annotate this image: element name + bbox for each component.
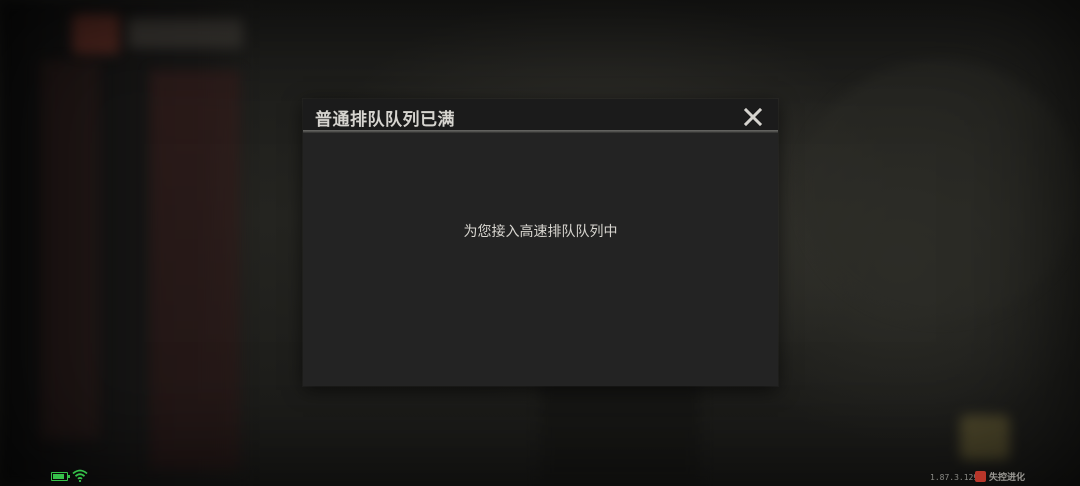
background-logo-text bbox=[128, 18, 243, 48]
background-pillar bbox=[150, 70, 240, 470]
battery-level bbox=[53, 474, 65, 479]
dialog-body: 为您接入高速排队队列中 bbox=[303, 133, 778, 386]
background-logo bbox=[72, 14, 120, 54]
battery-icon bbox=[51, 472, 70, 481]
background-trees bbox=[800, 60, 1080, 320]
dialog-message: 为您接入高速排队队列中 bbox=[463, 224, 618, 240]
close-button[interactable] bbox=[742, 106, 764, 128]
background-pillar bbox=[40, 60, 100, 440]
brand-logo-icon bbox=[975, 471, 986, 482]
dialog-title: 普通排队队列已满 bbox=[315, 110, 455, 130]
background-button-glow bbox=[960, 415, 1010, 460]
queue-dialog: 普通排队队列已满 为您接入高速排队队列中 bbox=[303, 99, 778, 386]
wifi-icon bbox=[72, 469, 88, 482]
brand-name: 失控进化 bbox=[989, 473, 1026, 483]
dialog-header: 普通排队队列已满 bbox=[303, 99, 778, 132]
close-icon bbox=[743, 107, 763, 127]
game-screen: 普通排队队列已满 为您接入高速排队队列中 1.87.3.1291 失控进化 bbox=[0, 0, 1080, 486]
